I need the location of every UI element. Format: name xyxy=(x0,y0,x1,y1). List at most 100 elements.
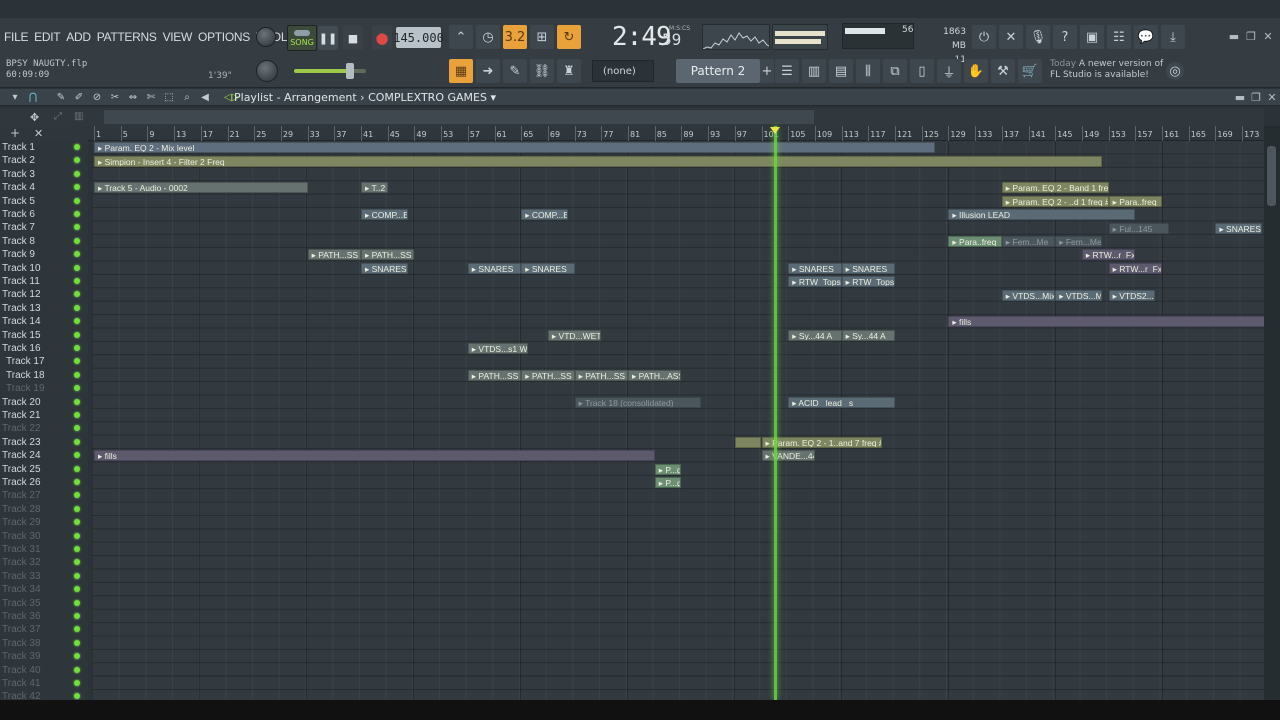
playlist-clip[interactable]: ▸ RTW_Tops xyxy=(788,276,842,288)
panic-button[interactable]: ⏻ xyxy=(972,25,996,49)
countdown-button[interactable]: 3.2 xyxy=(503,25,527,49)
track-mute-led-icon[interactable] xyxy=(74,653,80,660)
download-button[interactable]: ⤓ xyxy=(1161,25,1185,49)
timeline-ruler[interactable]: 1 5 9 13 17 21 25 29 33 37 41 45 49 53 57 61 65 69 73 77 81 8… xyxy=(88,126,1264,141)
track-mute-led-icon[interactable] xyxy=(74,546,80,552)
playlist-clip[interactable]: ▸ Fem...Me xyxy=(1055,236,1102,247)
playlist-close-button[interactable]: ✕ xyxy=(1264,91,1280,105)
track-mute-led-icon[interactable] xyxy=(74,666,80,673)
track-mute-led-icon[interactable] xyxy=(74,465,80,472)
track-mute-led-icon[interactable] xyxy=(74,184,80,191)
playlist-maximize-button[interactable]: ❐ xyxy=(1248,91,1264,105)
playlist-clip[interactable]: ▸ P...g xyxy=(654,477,682,489)
pause-button[interactable]: ❚❚ xyxy=(318,26,338,50)
playlist-clip[interactable]: ▸ SNARES xyxy=(467,262,522,274)
link-icon[interactable]: ⤢ xyxy=(54,111,62,122)
close-icon[interactable]: ✕ xyxy=(34,127,43,140)
browser-button[interactable]: ▯ xyxy=(910,59,934,83)
menu-edit[interactable]: EDIT xyxy=(34,30,60,44)
playlist-clip[interactable]: ▸ PATH...SS 1 xyxy=(361,249,415,261)
track-header[interactable]: Track 13 xyxy=(0,302,88,315)
playlist-clip[interactable]: ▸ COMP...ES xyxy=(521,209,568,221)
track-header[interactable]: Track 36 xyxy=(0,610,88,623)
playlist-title[interactable]: Playlist - Arrangement › COMPLEXTRO GAME… xyxy=(234,91,496,104)
news-panel[interactable]: Today A newer version of FL Studio is av… xyxy=(1050,59,1163,81)
track-header[interactable]: Track 14 xyxy=(0,315,88,328)
magnet-icon[interactable]: ⋂ xyxy=(26,91,40,105)
playlist-clip[interactable]: ▸ Ful...145 xyxy=(1108,222,1169,234)
playlist-clip[interactable]: ▸ VTDS...Mix xyxy=(1001,289,1056,301)
track-mute-led-icon[interactable] xyxy=(74,639,80,646)
playlist-clip[interactable]: ▸ Illusion LEAD xyxy=(948,209,1136,221)
track-mute-led-icon[interactable] xyxy=(74,599,80,606)
track-header[interactable]: Track 27 xyxy=(0,489,88,502)
snap-select[interactable]: (none) xyxy=(592,60,654,82)
track-mute-led-icon[interactable] xyxy=(74,479,80,485)
track-header[interactable]: Track 3 xyxy=(0,168,88,181)
track-header[interactable]: Track 34 xyxy=(0,583,88,596)
speaker-icon[interactable]: ◀ xyxy=(198,91,212,105)
track-mute-led-icon[interactable] xyxy=(74,304,80,311)
track-mute-led-icon[interactable] xyxy=(74,371,80,378)
track-header[interactable]: Track 4 xyxy=(0,181,88,194)
track-header[interactable]: Track 28 xyxy=(0,503,88,516)
track-mute-led-icon[interactable] xyxy=(74,532,80,539)
playlist-clip[interactable]: ▸ T..2 xyxy=(361,182,388,194)
track-mute-led-icon[interactable] xyxy=(74,264,80,271)
menu-add[interactable]: ADD xyxy=(66,30,91,44)
playlist-clip[interactable]: ▸ PATH...SS 1 xyxy=(521,370,575,381)
track-header[interactable]: Track 37 xyxy=(0,623,88,636)
playlist-clip[interactable]: ▸ SNARES xyxy=(521,262,575,274)
playlist-view-button[interactable]: ▤ xyxy=(829,59,853,83)
mute-icon[interactable]: ✂ xyxy=(108,91,122,105)
track-header[interactable]: Track 21 xyxy=(0,409,88,422)
track-mute-led-icon[interactable] xyxy=(74,278,80,284)
track-mute-led-icon[interactable] xyxy=(74,385,80,392)
playlist-clip[interactable] xyxy=(734,437,762,448)
track-header[interactable]: Track 32 xyxy=(0,556,88,569)
track-header[interactable]: Track 20 xyxy=(0,396,88,409)
link-button[interactable]: ⛓ xyxy=(530,59,554,83)
playhead-marker-icon[interactable] xyxy=(769,127,780,134)
mixer-button[interactable]: ☷ xyxy=(1107,25,1131,49)
track-header[interactable]: Track 11 xyxy=(0,275,88,288)
track-mute-led-icon[interactable] xyxy=(74,559,80,566)
chat-button[interactable]: 💬 xyxy=(1134,25,1158,49)
track-mute-led-icon[interactable] xyxy=(74,398,80,405)
close-button[interactable]: ✕ xyxy=(1260,30,1276,44)
track-mute-led-icon[interactable] xyxy=(74,519,80,526)
track-mute-led-icon[interactable] xyxy=(74,251,80,258)
playlist-clip[interactable]: ▸ SNARES xyxy=(1215,222,1263,234)
track-header[interactable]: Track 17 xyxy=(0,355,88,368)
shop-button[interactable]: 🛒 xyxy=(1018,59,1042,83)
playlist-clip[interactable]: ▸ Simpion - Insert 4 - Filter 2 Freq xyxy=(94,155,1102,167)
track-header[interactable]: Track 19 xyxy=(0,382,88,395)
track-mute-led-icon[interactable] xyxy=(74,211,80,217)
playlist-clip[interactable]: ▸ ACID _lead _s xyxy=(788,396,895,408)
track-mute-led-icon[interactable] xyxy=(74,237,80,244)
track-mute-led-icon[interactable] xyxy=(74,626,80,633)
playlist-clip[interactable]: ▸ fills xyxy=(948,316,1264,328)
track-header[interactable]: Track 1 xyxy=(0,141,88,154)
playlist-clip[interactable]: ▸ Param. EQ 2 - Mix level xyxy=(94,142,936,154)
menu-patterns[interactable]: PATTERNS xyxy=(97,30,157,44)
pattern-song-toggle[interactable]: SONG xyxy=(287,25,317,51)
playlist-clip[interactable]: ▸ SNARES xyxy=(361,262,408,274)
track-header[interactable]: Track 25 xyxy=(0,463,88,476)
select-icon[interactable]: ⬚ xyxy=(162,91,176,105)
track-mute-led-icon[interactable] xyxy=(74,318,80,325)
playlist-clip[interactable]: ▸ Track 18 (consolidated) xyxy=(574,396,702,408)
render-button[interactable]: ⚒ xyxy=(991,59,1015,83)
mixer-view-button[interactable]: ⫼ xyxy=(856,59,880,83)
playlist-clip[interactable]: ▸ RTW_Tops xyxy=(841,276,895,288)
playlist-clip[interactable]: ▸ Sy...44 A xyxy=(841,329,895,341)
master-volume-thumb[interactable] xyxy=(346,63,354,79)
track-mute-led-icon[interactable] xyxy=(74,157,80,164)
track-header[interactable]: Track 31 xyxy=(0,543,88,556)
track-mute-led-icon[interactable] xyxy=(74,144,80,150)
master-volume-slider[interactable] xyxy=(294,63,366,79)
add-pattern-button[interactable]: + xyxy=(760,59,774,83)
tools-button[interactable]: ✕ xyxy=(999,25,1023,49)
playlist-clip[interactable]: ▸ PATH...SS 1 xyxy=(467,370,522,381)
track-mute-led-icon[interactable] xyxy=(74,224,80,231)
